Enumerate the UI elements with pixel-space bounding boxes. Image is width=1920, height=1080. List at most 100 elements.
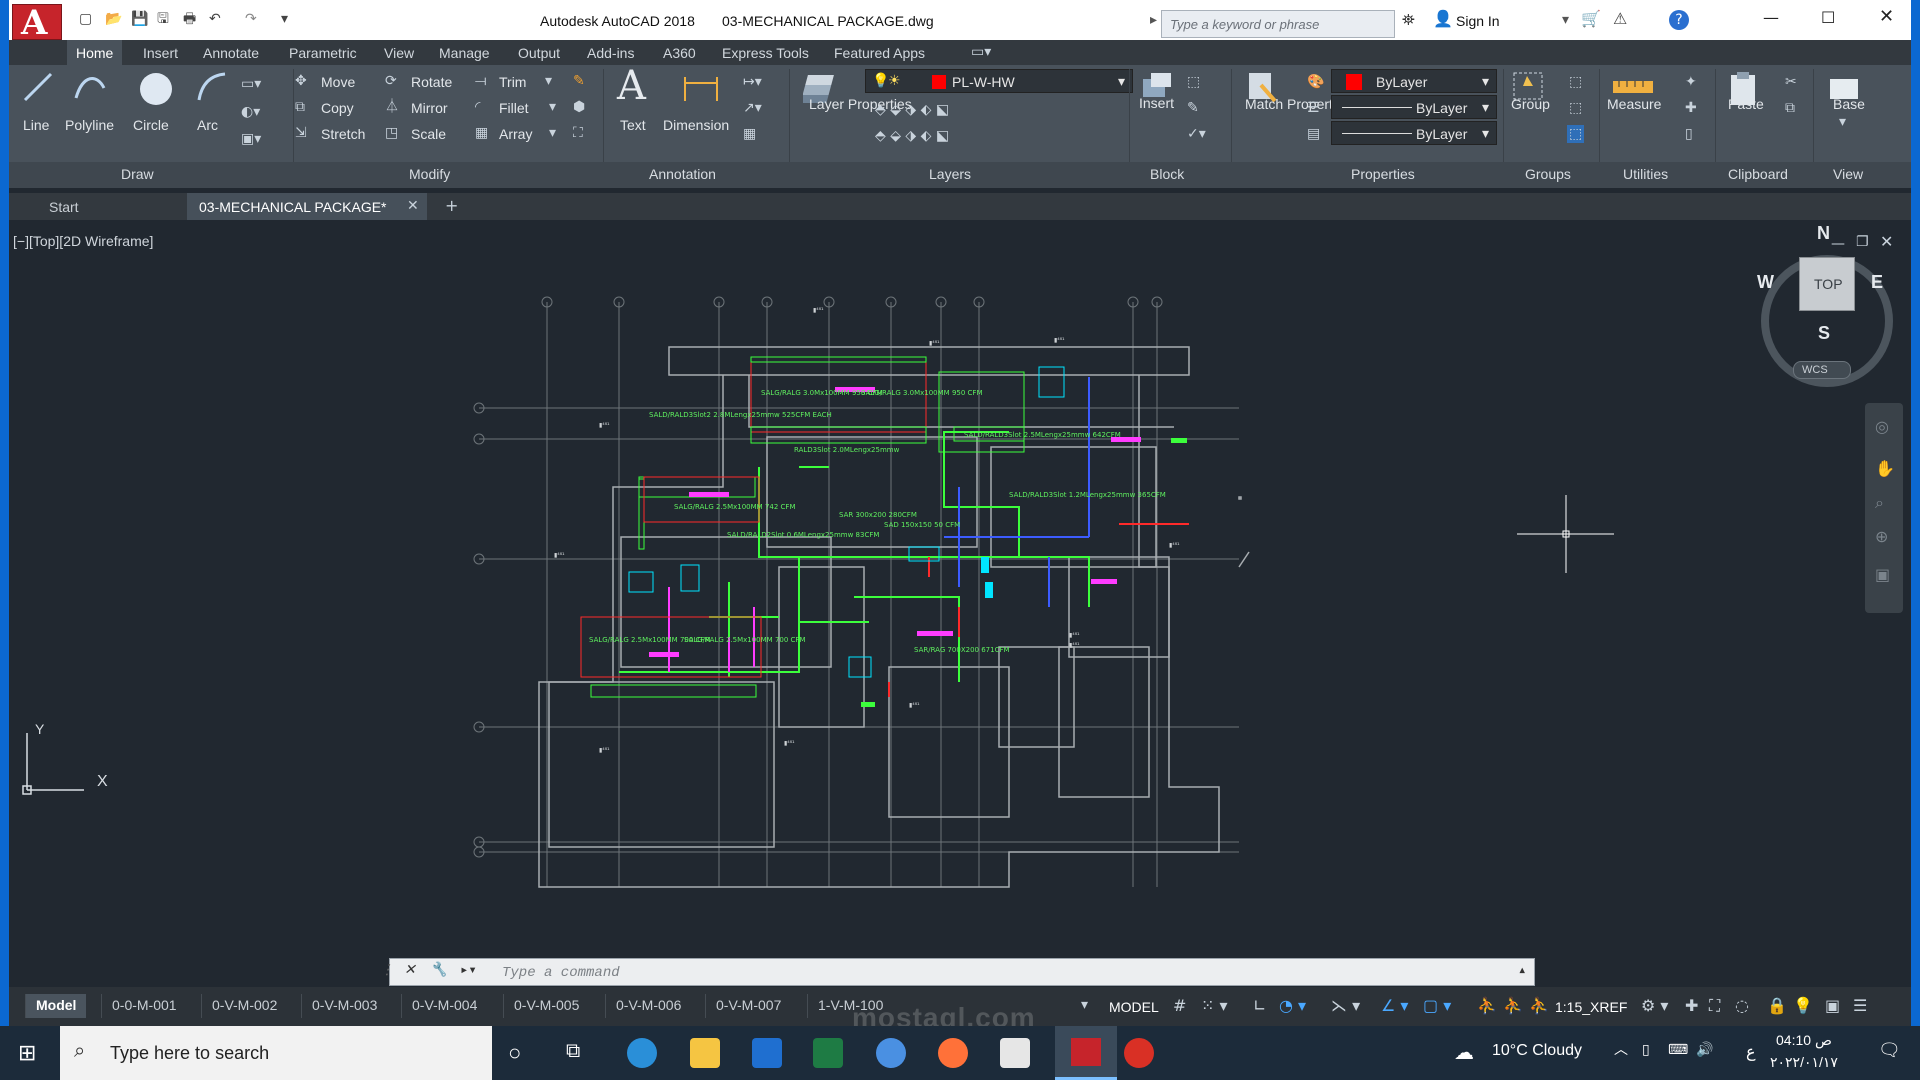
start-tab[interactable]: Start xyxy=(49,193,189,220)
layer-dropdown[interactable]: 💡 ☀ PL-W-HW ▾ xyxy=(865,69,1133,93)
new-file-icon[interactable]: ▢ xyxy=(79,12,92,26)
groups-panel-title[interactable]: Groups xyxy=(1525,166,1571,182)
units-icon[interactable]: ⛶ xyxy=(1709,998,1720,1014)
layout-list-icon[interactable]: ▾ xyxy=(1081,998,1088,1012)
cmd-customize-icon[interactable]: 🔧 xyxy=(430,964,447,978)
erase-icon[interactable]: ✎ xyxy=(573,74,585,88)
layout-tab[interactable]: 0-V-M-007 xyxy=(705,994,791,1018)
mirror-button[interactable]: Mirror xyxy=(411,100,448,116)
tab-home[interactable]: Home xyxy=(67,40,123,65)
command-input[interactable]: Type a command xyxy=(502,965,620,981)
wcs-menu[interactable]: WCS xyxy=(1793,361,1851,379)
cmd-grip-icon[interactable]: ⋮ xyxy=(380,964,394,978)
annotation-visibility-icon[interactable]: ⛹ xyxy=(1477,998,1497,1014)
layout-tab[interactable]: 0-V-M-004 xyxy=(401,994,487,1018)
cortana-icon[interactable]: ○ xyxy=(508,1040,521,1066)
sign-in-dropdown-icon[interactable]: ▾ xyxy=(1562,13,1569,27)
layout-tab[interactable]: 0-V-M-005 xyxy=(503,994,589,1018)
close-tab-icon[interactable]: ✕ xyxy=(407,199,419,213)
polyline-icon[interactable] xyxy=(73,70,107,104)
notification-icon[interactable]: 🗨 xyxy=(1878,1042,1901,1060)
network-icon[interactable]: ⌨ xyxy=(1668,1043,1688,1057)
excel-icon[interactable] xyxy=(813,1038,843,1068)
polar-tracking-icon[interactable]: ◔ ▾ xyxy=(1279,998,1306,1014)
color-dropdown[interactable]: ByLayer ▾ xyxy=(1331,69,1497,93)
redo-icon[interactable]: ↷ xyxy=(245,12,257,26)
group-button[interactable]: Group xyxy=(1511,96,1550,112)
lock-ui-icon[interactable]: 🔒 xyxy=(1767,998,1787,1014)
input-language[interactable]: ع xyxy=(1746,1042,1756,1062)
color-wheel-icon[interactable]: 🎨 xyxy=(1307,75,1324,89)
drawing-viewport[interactable]: [−][Top][2D Wireframe] — ❐ ✕ ▮⁴⁸¹ ▮⁴⁸¹ ▮… xyxy=(9,223,1911,987)
tab-parametric[interactable]: Parametric xyxy=(289,45,357,61)
array-dropdown-icon[interactable]: ▾ xyxy=(549,126,556,140)
fillet-button[interactable]: Fillet xyxy=(499,100,529,116)
polyline-button[interactable]: Polyline xyxy=(65,117,114,133)
circle-button[interactable]: Circle xyxy=(133,117,169,133)
transparency-icon[interactable]: ▤ xyxy=(1307,127,1320,141)
open-file-icon[interactable]: 📂 xyxy=(105,12,122,26)
layout-tab[interactable]: 0-V-M-002 xyxy=(201,994,287,1018)
taskbar-search-box[interactable]: ⌕ Type here to search xyxy=(60,1026,492,1080)
store-icon[interactable] xyxy=(1000,1038,1030,1068)
grid-display-icon[interactable]: # xyxy=(1173,998,1186,1014)
windows-start-icon[interactable]: ⊞ xyxy=(18,1040,36,1066)
save-as-icon[interactable]: 🖫 xyxy=(157,12,169,26)
autodesk-app-icon[interactable]: ⚠ xyxy=(1613,11,1627,27)
tab-a360[interactable]: A360 xyxy=(663,45,696,61)
clipboard-panel-title[interactable]: Clipboard xyxy=(1728,166,1788,182)
table-icon[interactable]: ▦ xyxy=(743,127,756,141)
quick-properties-icon[interactable]: ◌ xyxy=(1735,998,1749,1014)
viewcube-top-face[interactable]: TOP xyxy=(1799,257,1855,311)
arc-button[interactable]: Arc xyxy=(197,117,218,133)
save-icon[interactable]: 💾 xyxy=(131,12,148,26)
minimize-icon[interactable]: — xyxy=(1763,10,1779,26)
firefox-icon[interactable] xyxy=(938,1038,968,1068)
measure-button[interactable]: Measure xyxy=(1607,96,1661,112)
properties-panel-title[interactable]: Properties xyxy=(1351,166,1415,182)
base-button[interactable]: Base xyxy=(1833,96,1865,112)
block-panel-title[interactable]: Block xyxy=(1150,166,1184,182)
offset-icon[interactable]: ⛶ xyxy=(573,126,583,140)
snap-mode-icon[interactable]: ⁙ ▾ xyxy=(1201,998,1228,1014)
scale-button[interactable]: Scale xyxy=(411,126,446,142)
view-panel-title[interactable]: View xyxy=(1833,166,1863,182)
tab-insert[interactable]: Insert xyxy=(143,45,178,61)
mail-icon[interactable] xyxy=(752,1038,782,1068)
annotation-panel-title[interactable]: Annotation xyxy=(649,166,716,182)
compass-north[interactable]: N xyxy=(1817,223,1830,244)
block-attribute-icon[interactable]: ✓▾ xyxy=(1187,127,1206,141)
tray-chevron-icon[interactable]: ︿ xyxy=(1614,1043,1628,1057)
annotation-scale-icon[interactable]: ⛹ xyxy=(1529,998,1549,1014)
compass-west[interactable]: W xyxy=(1757,272,1774,293)
cart-icon[interactable]: 🛒 xyxy=(1581,11,1601,27)
taskbar-autocad-active[interactable] xyxy=(1055,1026,1117,1080)
cut-icon[interactable]: ✂ xyxy=(1785,75,1797,89)
tab-manage[interactable]: Manage xyxy=(439,45,490,61)
chromium-icon[interactable] xyxy=(876,1038,906,1068)
leader-icon[interactable]: ↦▾ xyxy=(743,75,762,89)
layers-panel-title[interactable]: Layers xyxy=(929,166,971,182)
layout-tab-model[interactable]: Model xyxy=(25,994,87,1018)
group-selection-icon[interactable]: ⬚ xyxy=(1567,125,1585,143)
binoculars-icon[interactable]: ⛯ xyxy=(1402,12,1415,28)
utilities-panel-title[interactable]: Utilities xyxy=(1623,166,1668,182)
layer-tools-row1-icon[interactable]: ⬘ ⬙ ⬗ ⬖ ⬕ xyxy=(875,103,949,117)
layer-tools-row2-icon[interactable]: ⬘ ⬙ ⬗ ⬖ ⬕ xyxy=(875,129,949,143)
text-icon[interactable]: A xyxy=(617,63,646,109)
sign-in-link[interactable]: Sign In xyxy=(1456,13,1500,29)
quick-select-icon[interactable]: ✦ xyxy=(1685,75,1697,89)
close-icon[interactable]: ✕ xyxy=(1879,8,1894,26)
boundary-icon[interactable]: ▣▾ xyxy=(241,132,261,146)
print-icon[interactable]: 🖶 xyxy=(183,12,196,26)
move-button[interactable]: Move xyxy=(321,74,355,90)
file-explorer-icon[interactable] xyxy=(690,1038,720,1068)
chrome-icon[interactable] xyxy=(1124,1038,1154,1068)
base-dropdown-icon[interactable]: ▾ xyxy=(1839,115,1846,129)
orbit-icon[interactable]: ⊕ xyxy=(1875,529,1888,545)
help-icon[interactable]: ? xyxy=(1669,10,1689,30)
modify-panel-title[interactable]: Modify xyxy=(409,166,450,182)
cmd-history-icon[interactable]: ▴ xyxy=(1518,964,1526,978)
array-button[interactable]: Array xyxy=(499,126,532,142)
fillet-dropdown-icon[interactable]: ▾ xyxy=(549,100,556,114)
